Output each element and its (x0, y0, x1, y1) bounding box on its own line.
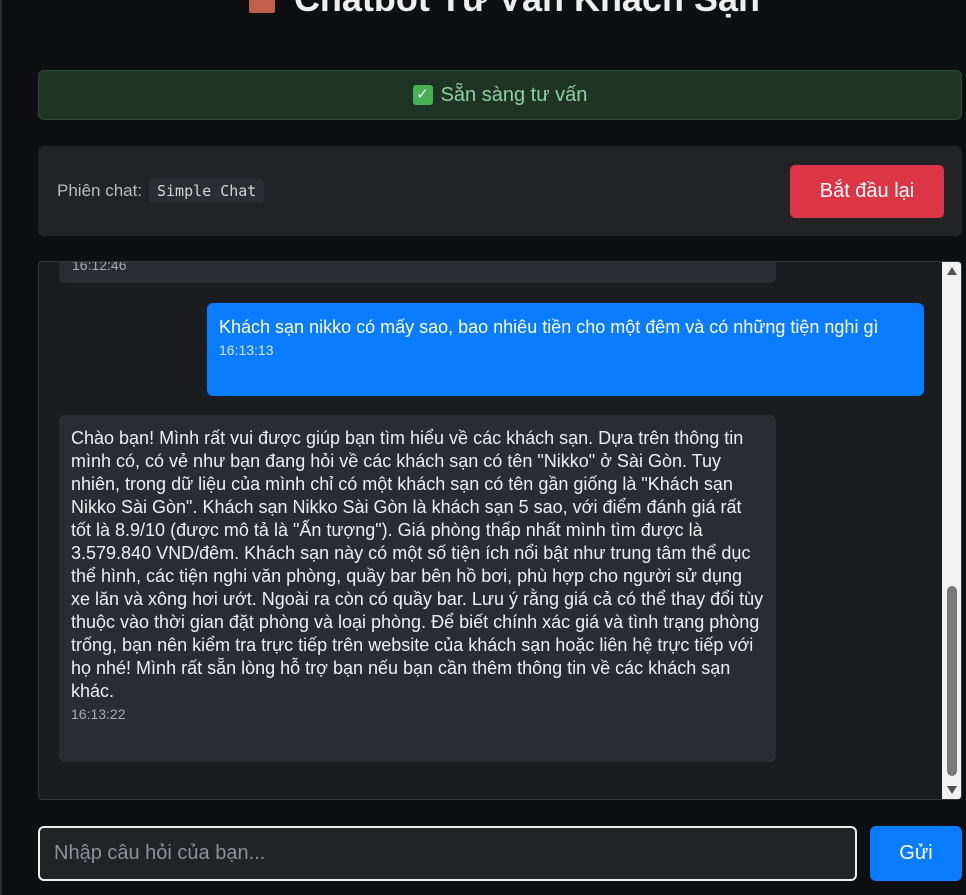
restart-button[interactable]: Bắt đầu lại (790, 165, 944, 218)
scroll-thumb[interactable] (947, 586, 957, 776)
message-time: 16:12:46 (72, 261, 127, 273)
message-text: Khách sạn nikko có mấy sao, bao nhiêu ti… (219, 317, 879, 337)
status-banner: ✓ Sẵn sàng tư vấn (38, 70, 962, 120)
session-label: Phiên chat: (57, 181, 143, 200)
chat-scrollbar[interactable] (942, 262, 961, 799)
window-edge (0, 0, 2, 895)
send-button[interactable]: Gửi (870, 826, 962, 881)
page-title: Chatbot Tư Vấn Khách Sạn (0, 0, 966, 20)
session-bar: Phiên chat: Simple Chat Bắt đầu lại (38, 146, 962, 236)
question-input[interactable] (38, 826, 857, 881)
status-text: Sẵn sàng tư vấn (440, 83, 588, 106)
message-time: 16:13:13 (219, 342, 274, 358)
check-icon: ✓ (412, 85, 433, 105)
message-text: Chào bạn! Mình rất vui được giúp bạn tìm… (71, 428, 764, 701)
hotel-icon (246, 0, 278, 15)
scroll-up-icon[interactable] (947, 267, 957, 275)
chat-history[interactable]: 16:12:46 Khách sạn nikko có mấy sao, bao… (38, 261, 962, 800)
bot-message: 16:12:46 (59, 261, 776, 283)
bot-message: Chào bạn! Mình rất vui được giúp bạn tìm… (59, 415, 776, 762)
scroll-down-icon[interactable] (947, 786, 957, 794)
page-title-text: Chatbot Tư Vấn Khách Sạn (294, 0, 760, 19)
message-time: 16:13:22 (71, 706, 126, 722)
user-message: Khách sạn nikko có mấy sao, bao nhiêu ti… (207, 303, 924, 396)
session-value: Simple Chat (149, 179, 265, 203)
